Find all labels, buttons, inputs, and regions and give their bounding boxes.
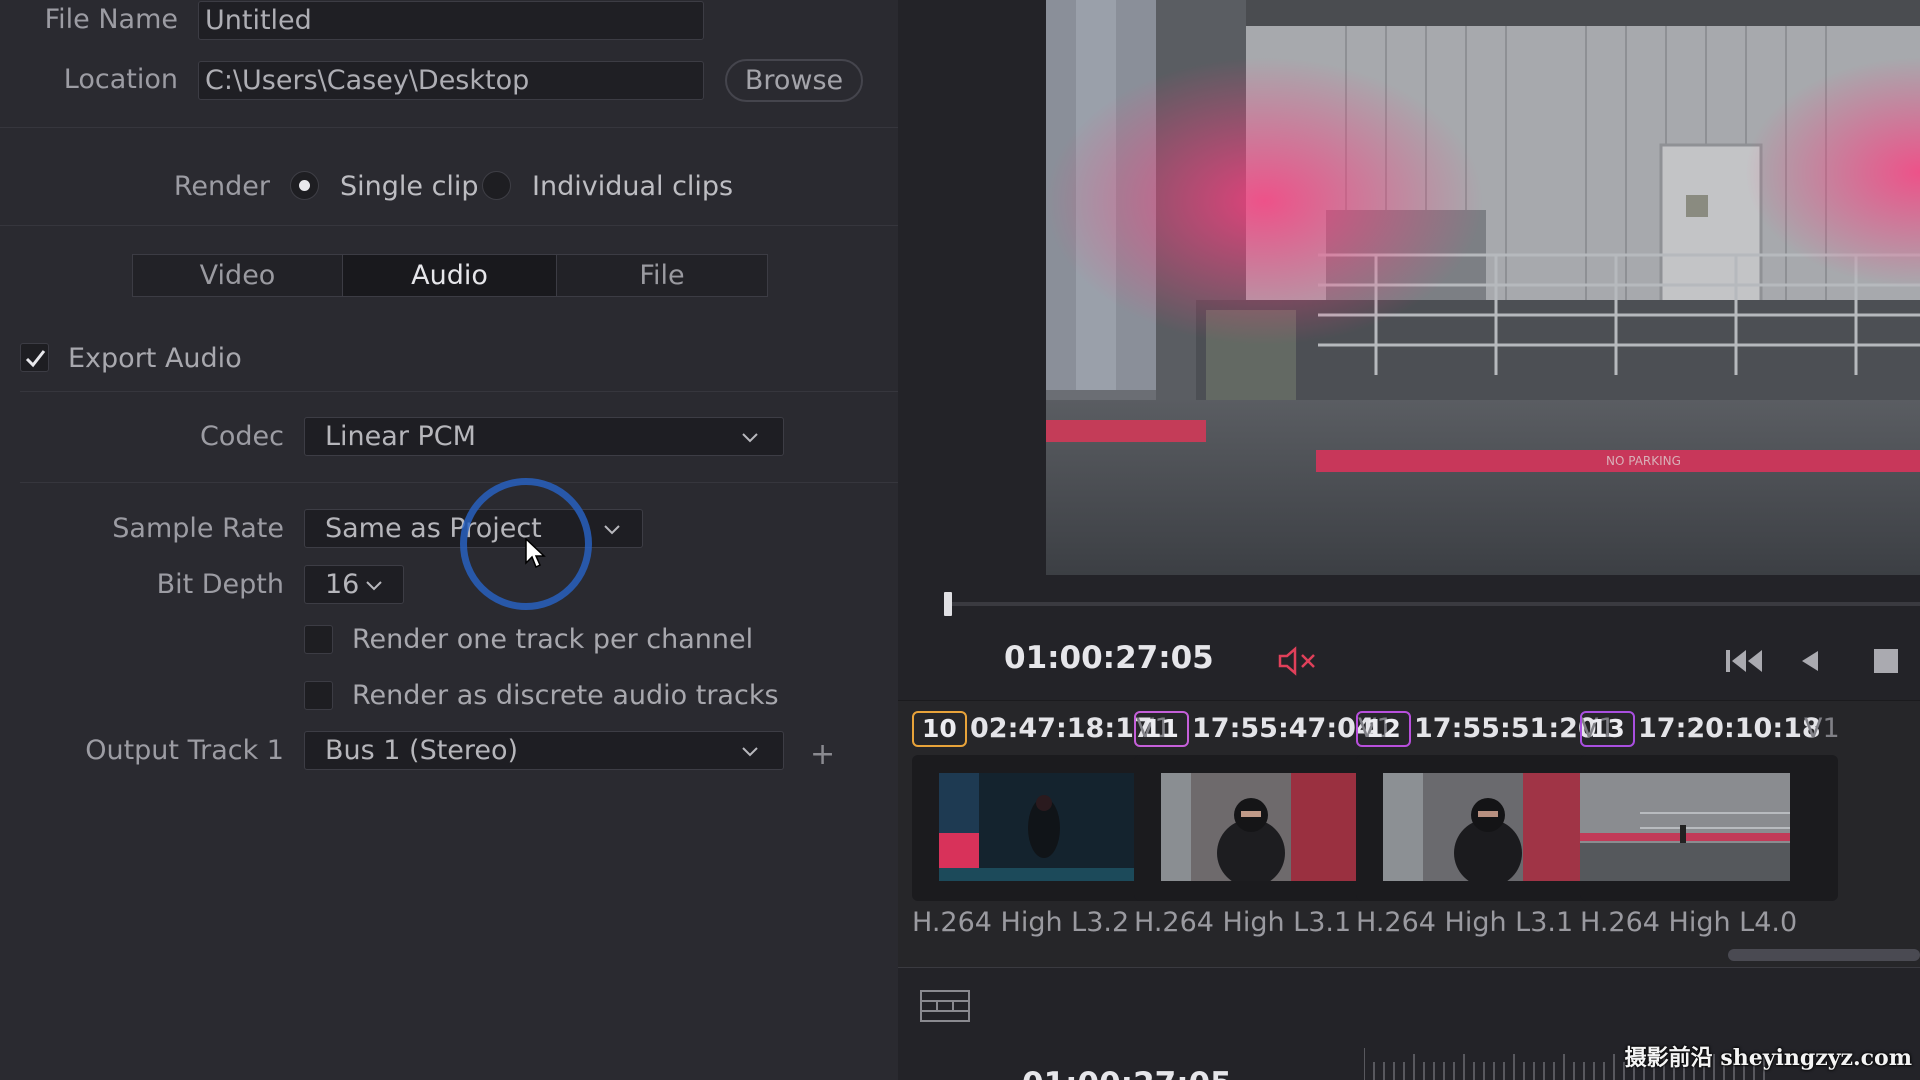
clip-item[interactable]: 12 17:55:51:20 V1 H.264 High L3.1: [1342, 701, 1616, 969]
output-track-dropdown[interactable]: Bus 1 (Stereo): [304, 731, 784, 770]
export-audio-label: Export Audio: [68, 343, 242, 374]
clip-codec: H.264 High L3.1: [1134, 907, 1352, 938]
codec-value: Linear PCM: [325, 421, 476, 452]
render-label: Render: [173, 171, 270, 202]
clip-thumbnail: [1580, 773, 1790, 881]
clip-timecode: 17:20:10:18: [1638, 713, 1821, 744]
clip-number-badge: 13: [1580, 711, 1635, 747]
chevron-down-icon: [742, 433, 758, 443]
sample-rate-label: Sample Rate: [112, 513, 284, 544]
discrete-tracks-checkbox[interactable]: [304, 681, 333, 710]
timeline-timecode: 01:00:27:05: [1022, 1066, 1232, 1080]
individual-clips-label: Individual clips: [532, 171, 734, 202]
timeline-view-icon[interactable]: [920, 990, 970, 1022]
gallery-scrollbar[interactable]: [1728, 949, 1920, 961]
output-track-value: Bus 1 (Stereo): [325, 735, 519, 766]
clip-thumbnail: [1383, 773, 1587, 881]
bit-depth-label: Bit Depth: [156, 569, 284, 600]
tab-video[interactable]: Video: [132, 254, 343, 297]
add-output-track-icon[interactable]: +: [810, 740, 835, 770]
bit-depth-value: 16: [325, 569, 360, 600]
clip-codec: H.264 High L3.2: [912, 907, 1130, 938]
scrub-bar[interactable]: [944, 602, 1920, 606]
clip-thumbnail: [1161, 773, 1365, 881]
per-channel-label: Render one track per channel: [352, 624, 754, 655]
video-viewer[interactable]: NO PARKING: [1046, 0, 1920, 575]
discrete-tracks-label: Render as discrete audio tracks: [352, 680, 779, 711]
viewer-frame-image: [1046, 0, 1920, 575]
watermark: 摄影前沿 sheyingzyz.com: [1624, 1045, 1912, 1071]
clip-number-badge: 10: [912, 711, 967, 747]
bit-depth-dropdown[interactable]: 16: [304, 565, 404, 604]
stop-icon[interactable]: [1872, 645, 1900, 677]
location-label: Location: [63, 64, 178, 95]
tab-file[interactable]: File: [556, 254, 768, 297]
location-input[interactable]: C:\Users\Casey\Desktop: [198, 61, 704, 100]
file-name-label: File Name: [44, 4, 178, 35]
current-timecode: 01:00:27:05: [1004, 640, 1214, 676]
viewer-area: NO PARKING 01:00:27:05 10 02:47:18:17 V1: [898, 0, 1920, 1080]
clip-thumbnail: [939, 773, 1143, 881]
clip-codec: H.264 High L4.0: [1580, 907, 1798, 938]
codec-label: Codec: [200, 421, 284, 452]
clip-gallery: 10 02:47:18:17 V1 H.264 High L3.2 11 17:…: [898, 700, 1920, 968]
divider: [0, 127, 898, 128]
divider: [0, 225, 898, 226]
single-clip-label: Single clip: [340, 171, 479, 202]
chevron-down-icon: [604, 525, 620, 535]
no-parking-sign-text: NO PARKING: [1606, 454, 1681, 468]
clip-item[interactable]: 13 17:20:10:18 V1 H.264 High L4.0: [1566, 701, 1840, 969]
clip-number-badge: 11: [1134, 711, 1189, 747]
render-settings-panel: File Name Untitled Location C:\Users\Cas…: [0, 0, 898, 1080]
per-channel-checkbox[interactable]: [304, 625, 333, 654]
single-clip-radio[interactable]: [290, 171, 319, 200]
speaker-muted-icon[interactable]: [1278, 646, 1320, 676]
tab-audio[interactable]: Audio: [342, 254, 557, 297]
mouse-cursor-icon: [525, 538, 546, 569]
go-to-start-icon[interactable]: [1724, 645, 1766, 677]
chevron-down-icon: [742, 747, 758, 757]
divider: [20, 482, 898, 483]
clip-track: V1: [1804, 713, 1840, 744]
playhead-handle[interactable]: [944, 592, 952, 616]
chevron-down-icon: [366, 581, 382, 591]
clip-codec: H.264 High L3.1: [1356, 907, 1574, 938]
checkmark-icon: [25, 350, 46, 368]
clip-number-badge: 12: [1356, 711, 1411, 747]
individual-clips-radio[interactable]: [482, 171, 511, 200]
export-audio-checkbox[interactable]: [20, 343, 49, 372]
clip-item[interactable]: 11 17:55:47:04 V1 H.264 High L3.1: [1120, 701, 1394, 969]
browse-button[interactable]: Browse: [725, 59, 863, 102]
output-track-label: Output Track 1: [85, 735, 284, 766]
clip-item[interactable]: 10 02:47:18:17 V1 H.264 High L3.2: [898, 701, 1172, 969]
clip-thumbnail-frame: [1580, 755, 1838, 901]
codec-dropdown[interactable]: Linear PCM: [304, 417, 784, 456]
divider: [20, 391, 898, 392]
play-reverse-icon[interactable]: [1798, 645, 1822, 677]
file-name-input[interactable]: Untitled: [198, 1, 704, 40]
